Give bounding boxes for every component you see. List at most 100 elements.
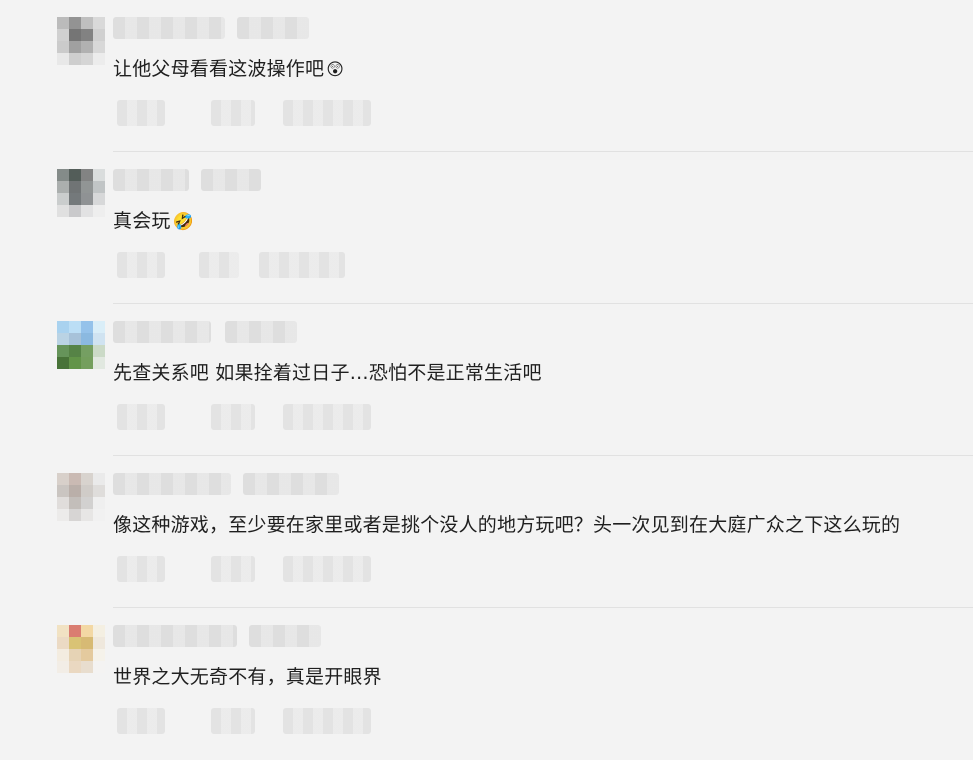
comment-body: 世界之大无奇不有，真是开眼界: [113, 666, 382, 688]
avatar-pixel: [57, 473, 69, 485]
avatar-pixel: [69, 661, 81, 673]
avatar-pixel: [81, 29, 93, 41]
avatar-pixel: [93, 41, 105, 53]
action-more-blurred[interactable]: [283, 404, 371, 430]
avatar-pixel: [57, 509, 69, 521]
avatar[interactable]: [57, 625, 105, 673]
timestamp-blurred: [201, 169, 261, 191]
avatar-pixel: [69, 53, 81, 65]
avatar-pixel: [57, 169, 69, 181]
action-like-blurred[interactable]: [199, 252, 239, 278]
comment-meta-blurred: [113, 169, 343, 191]
action-like-blurred[interactable]: [211, 556, 255, 582]
avatar-pixel: [57, 17, 69, 29]
avatar-pixel: [57, 193, 69, 205]
avatar-pixel: [81, 509, 93, 521]
comment-text: 世界之大无奇不有，真是开眼界: [113, 664, 382, 690]
username-blurred: [113, 473, 231, 495]
timestamp-blurred: [237, 17, 309, 39]
avatar-pixel: [93, 345, 105, 357]
timestamp-blurred: [249, 625, 321, 647]
avatar-pixel: [93, 193, 105, 205]
avatar-pixel: [93, 661, 105, 673]
comment-actions-blurred: [113, 556, 373, 582]
avatar-pixel: [69, 321, 81, 333]
comment-actions-blurred: [113, 404, 373, 430]
avatar-pixel: [81, 649, 93, 661]
action-reply-blurred[interactable]: [117, 252, 165, 278]
avatar[interactable]: [57, 17, 105, 65]
avatar-pixel: [81, 169, 93, 181]
avatar-pixel: [69, 649, 81, 661]
comment-item: 先查关系吧 如果拴着过日子…恐怕不是正常生活吧: [0, 304, 973, 456]
username-blurred: [113, 625, 237, 647]
comment-actions-blurred: [113, 708, 373, 734]
action-reply-blurred[interactable]: [117, 556, 165, 582]
comment-text: 让他父母看看这波操作吧 😲: [113, 56, 344, 83]
avatar-pixel: [81, 345, 93, 357]
avatar-pixel: [81, 485, 93, 497]
avatar-pixel: [69, 509, 81, 521]
action-more-blurred[interactable]: [283, 556, 371, 582]
avatar-pixel: [93, 205, 105, 217]
avatar-pixel: [69, 205, 81, 217]
avatar-pixel: [69, 181, 81, 193]
avatar-pixel: [81, 357, 93, 369]
comment-body: 像这种游戏，至少要在家里或者是挑个没人的地方玩吧？头一次见到在大庭广众之下这么玩…: [113, 514, 901, 536]
avatar[interactable]: [57, 169, 105, 217]
action-more-blurred[interactable]: [283, 100, 371, 126]
avatar-pixel: [69, 357, 81, 369]
avatar-pixel: [69, 17, 81, 29]
avatar-pixel: [57, 649, 69, 661]
avatar-pixel: [93, 497, 105, 509]
comment-item: 真会玩 🤣: [0, 152, 973, 304]
avatar-pixel: [69, 485, 81, 497]
comment-body: 先查关系吧 如果拴着过日子…恐怕不是正常生活吧: [113, 362, 542, 384]
comment-body: 真会玩: [113, 210, 171, 232]
comment-meta-blurred: [113, 473, 343, 495]
comment-item: 像这种游戏，至少要在家里或者是挑个没人的地方玩吧？头一次见到在大庭广众之下这么玩…: [0, 456, 973, 608]
emoji-icon: 😲: [326, 60, 345, 80]
action-like-blurred[interactable]: [211, 404, 255, 430]
action-reply-blurred[interactable]: [117, 404, 165, 430]
avatar-pixel: [93, 333, 105, 345]
action-like-blurred[interactable]: [211, 100, 255, 126]
avatar-pixel: [57, 333, 69, 345]
comment-actions-blurred: [113, 252, 373, 278]
avatar-pixel: [57, 357, 69, 369]
avatar-pixel: [81, 497, 93, 509]
avatar-pixel: [81, 637, 93, 649]
avatar-pixel: [81, 321, 93, 333]
action-reply-blurred[interactable]: [117, 708, 165, 734]
avatar-pixel: [93, 625, 105, 637]
action-reply-blurred[interactable]: [117, 100, 165, 126]
avatar-pixel: [81, 473, 93, 485]
action-more-blurred[interactable]: [259, 252, 345, 278]
avatar-pixel: [93, 637, 105, 649]
comment-item: 让他父母看看这波操作吧 😲: [0, 0, 973, 152]
action-like-blurred[interactable]: [211, 708, 255, 734]
avatar[interactable]: [57, 321, 105, 369]
comment-body: 让他父母看看这波操作吧: [113, 58, 325, 80]
avatar-pixel: [69, 333, 81, 345]
avatar-pixel: [57, 661, 69, 673]
avatar-pixel: [57, 345, 69, 357]
comment-meta-blurred: [113, 625, 343, 647]
avatar-pixel: [57, 485, 69, 497]
avatar-pixel: [69, 345, 81, 357]
avatar-pixel: [69, 637, 81, 649]
avatar-pixel: [57, 29, 69, 41]
emoji-icon: 🤣: [172, 212, 194, 232]
avatar-pixel: [81, 181, 93, 193]
username-blurred: [113, 321, 211, 343]
timestamp-blurred: [243, 473, 339, 495]
avatar-pixel: [69, 473, 81, 485]
avatar-pixel: [57, 321, 69, 333]
avatar-pixel: [93, 169, 105, 181]
action-more-blurred[interactable]: [283, 708, 371, 734]
avatar[interactable]: [57, 473, 105, 521]
comment-text: 真会玩 🤣: [113, 208, 194, 235]
username-blurred: [113, 17, 225, 39]
timestamp-blurred: [225, 321, 297, 343]
avatar-pixel: [57, 53, 69, 65]
